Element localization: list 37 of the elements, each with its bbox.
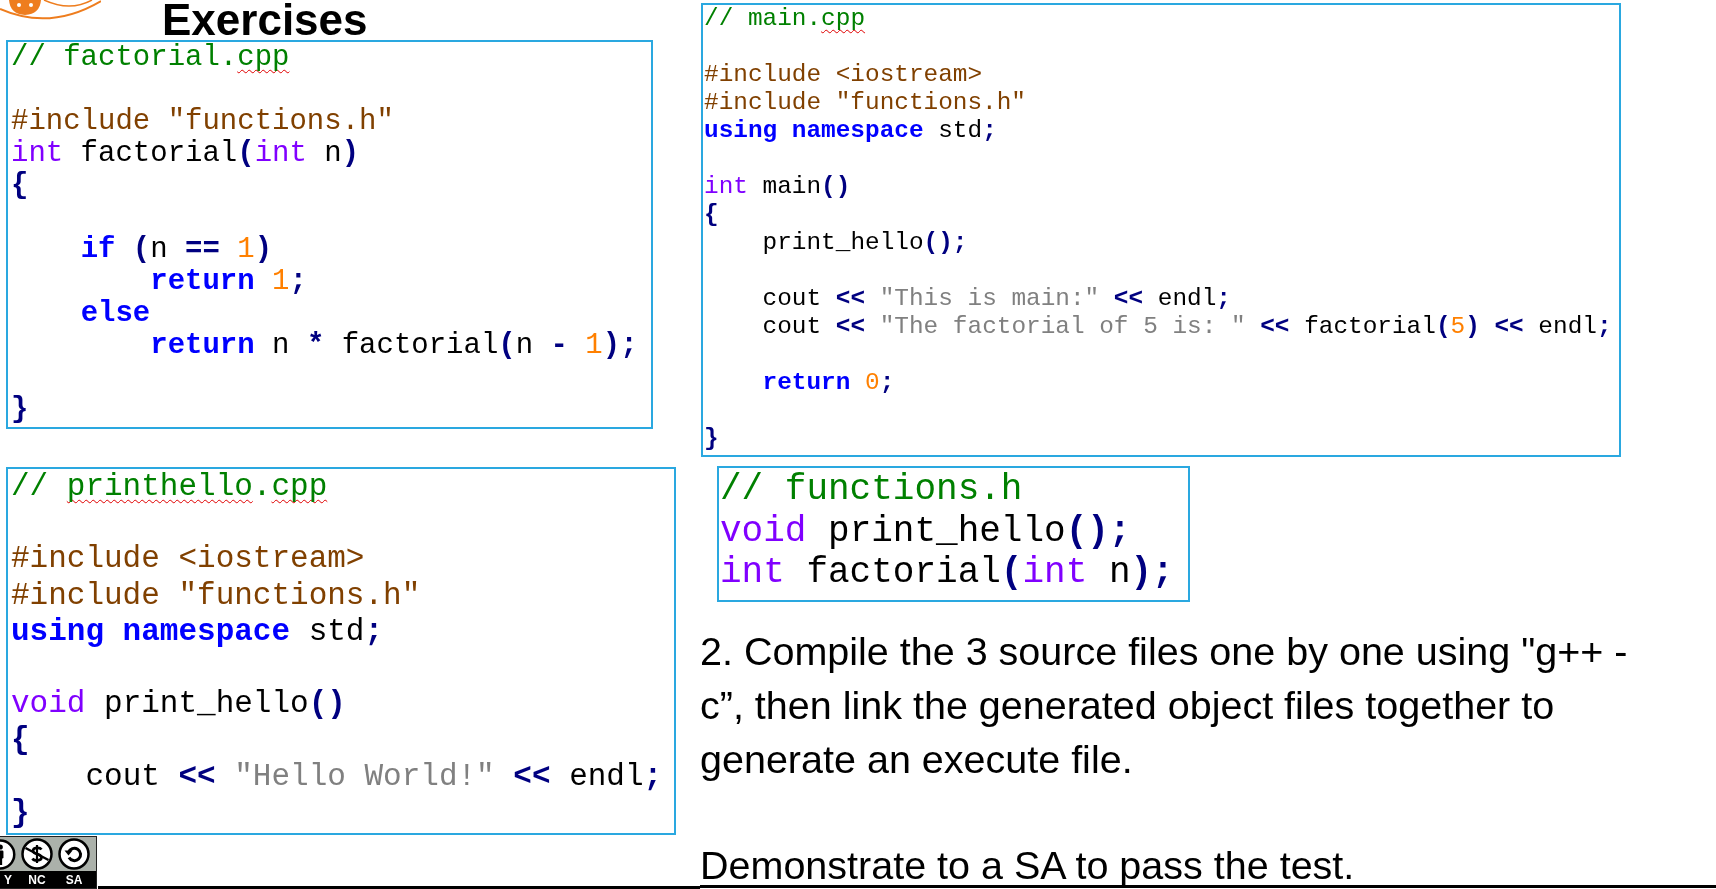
code-line: using namespace std; — [704, 117, 997, 145]
code-line: int factorial(int n) — [11, 138, 360, 170]
code-line: #include <iostream> — [704, 61, 983, 89]
code-line: { — [11, 170, 29, 202]
code-line: void print_hello(); — [720, 510, 1131, 552]
slide-title: Exercises — [162, 0, 368, 40]
code-line: #include <iostream> — [11, 541, 365, 578]
code-line: if (n == 1) — [80, 234, 273, 266]
instruction-text: 2. Compile the 3 source files one by one using "g++ - c”, then link the generated object files together to generate an execute file. — [700, 628, 1628, 783]
code-line: } — [11, 394, 29, 426]
code-line: // factorial.cpp — [11, 42, 290, 74]
code-line: int factorial(int n); — [720, 552, 1174, 594]
code-line: // main.cpp — [704, 5, 866, 33]
code-line: { — [11, 722, 30, 759]
code-line: // printhello.cpp — [11, 469, 328, 506]
license-label: SA — [65, 872, 83, 887]
license-label: Y — [4, 872, 12, 887]
code-line: return 1; — [150, 266, 307, 298]
code-line: cout << "Hello World!" << endl; — [85, 758, 663, 795]
code-line: } — [704, 425, 719, 453]
code-line: cout << "This is main:" << endl; — [762, 285, 1231, 313]
code-line: using namespace std; — [11, 613, 384, 650]
code-line: else — [80, 298, 151, 330]
code-line: return n * factorial(n - 1); — [150, 330, 638, 362]
code-line: void print_hello() — [11, 686, 346, 723]
code-line: return 0; — [762, 369, 895, 397]
code-line: #include "functions.h" — [11, 106, 394, 138]
code-line: int main() — [704, 173, 851, 201]
code-line: print_hello(); — [762, 229, 968, 257]
license-label: NC — [28, 872, 46, 887]
code-line: cout << "The factorial of 5 is: " << factorial(5) << endl; — [762, 313, 1612, 341]
code-line: #include "functions.h" — [11, 577, 421, 614]
code-line: { — [704, 201, 719, 229]
code-line: } — [11, 794, 30, 831]
code-line: #include "functions.h" — [704, 89, 1026, 117]
code-line: // functions.h — [720, 469, 1023, 511]
instruction-note: Demonstrate to a SA to pass the test. — [700, 845, 1355, 885]
